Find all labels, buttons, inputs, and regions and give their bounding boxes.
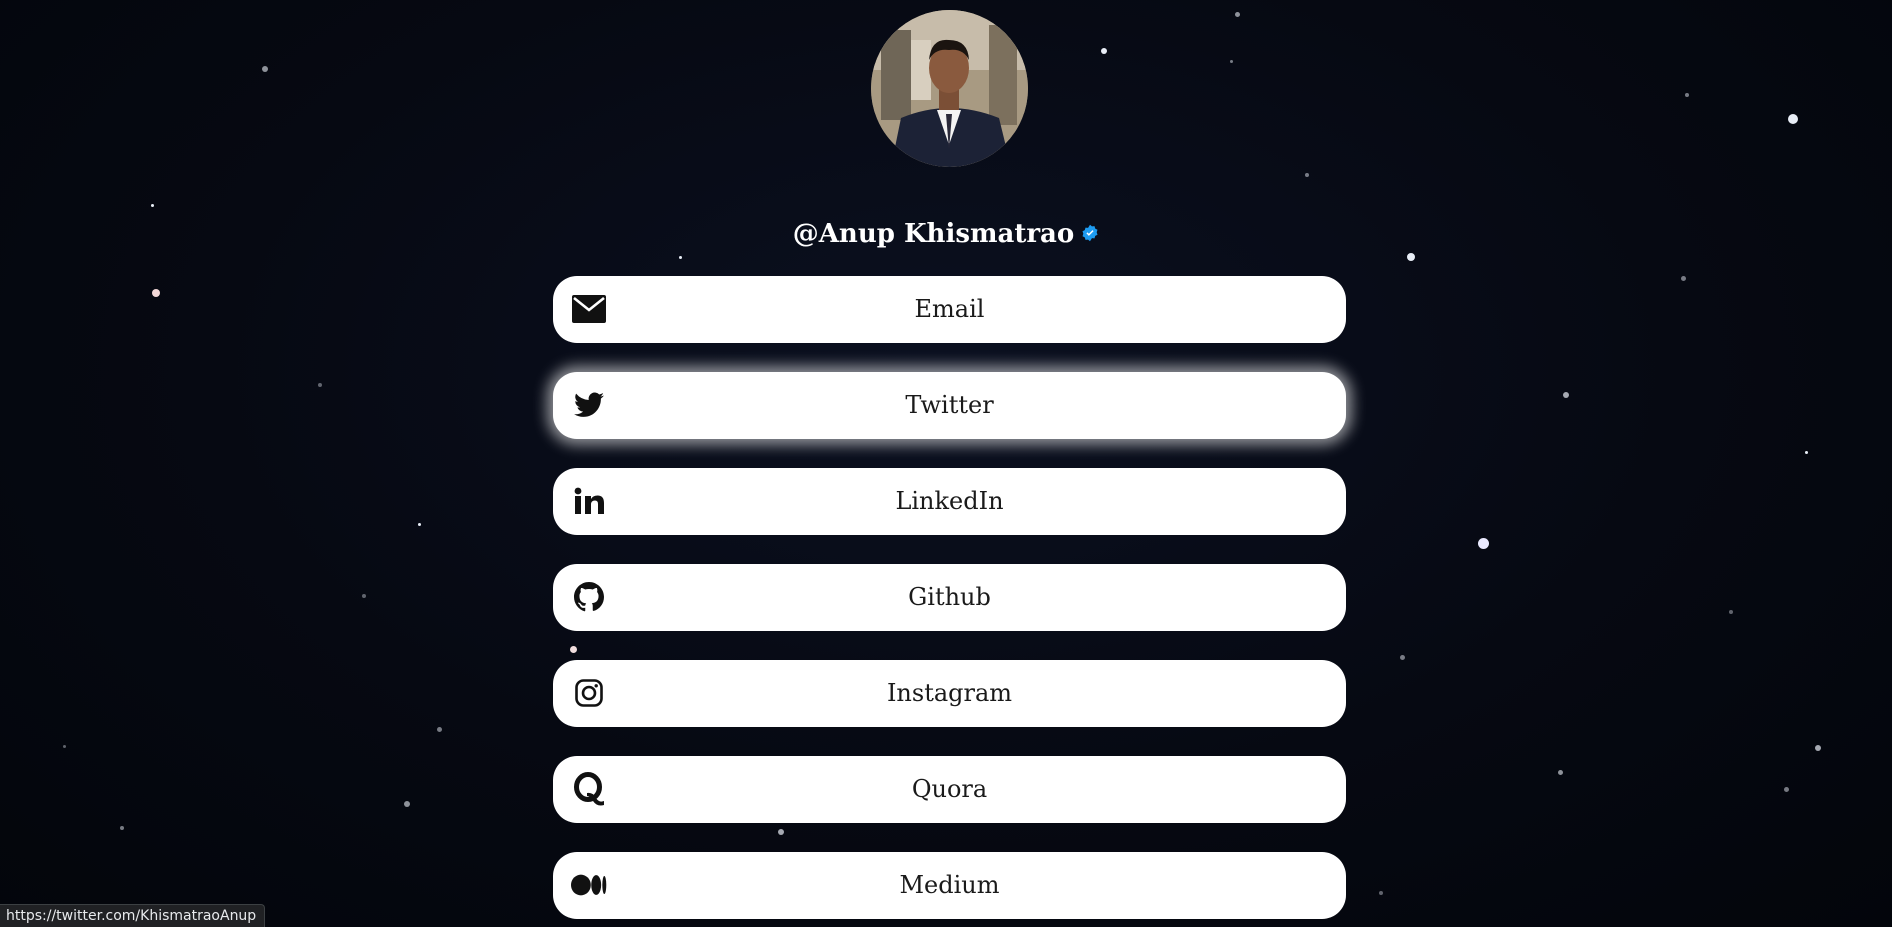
profile-avatar	[871, 10, 1028, 167]
github-link-label: Github	[908, 583, 991, 611]
social-links-list: Email Twitter LinkedIn Github Instagram …	[553, 276, 1346, 927]
link-tree-page: @Anup Khismatrao Email Twitter LinkedIn …	[0, 0, 1892, 927]
github-link-button[interactable]: Github	[553, 564, 1346, 631]
twitter-link-label: Twitter	[905, 391, 994, 419]
quora-link-button[interactable]: Quora	[553, 756, 1346, 823]
email-link-button[interactable]: Email	[553, 276, 1346, 343]
profile-handle-text: @Anup Khismatrao	[792, 219, 1075, 249]
verified-badge-icon	[1082, 224, 1098, 242]
linkedin-link-button[interactable]: LinkedIn	[553, 468, 1346, 535]
instagram-link-button[interactable]: Instagram	[553, 660, 1346, 727]
profile-handle: @Anup Khismatrao	[0, 214, 1892, 254]
instagram-link-label: Instagram	[886, 679, 1013, 707]
medium-link-label: Medium	[899, 871, 1000, 899]
medium-link-button[interactable]: Medium	[553, 852, 1346, 919]
linkedin-link-label: LinkedIn	[895, 487, 1004, 515]
browser-status-bar: https://twitter.com/KhismatraoAnup	[0, 904, 266, 927]
status-bar-url: https://twitter.com/KhismatraoAnup	[6, 908, 257, 924]
email-link-label: Email	[914, 295, 985, 323]
quora-link-label: Quora	[911, 775, 988, 803]
twitter-link-button[interactable]: Twitter	[553, 372, 1346, 439]
